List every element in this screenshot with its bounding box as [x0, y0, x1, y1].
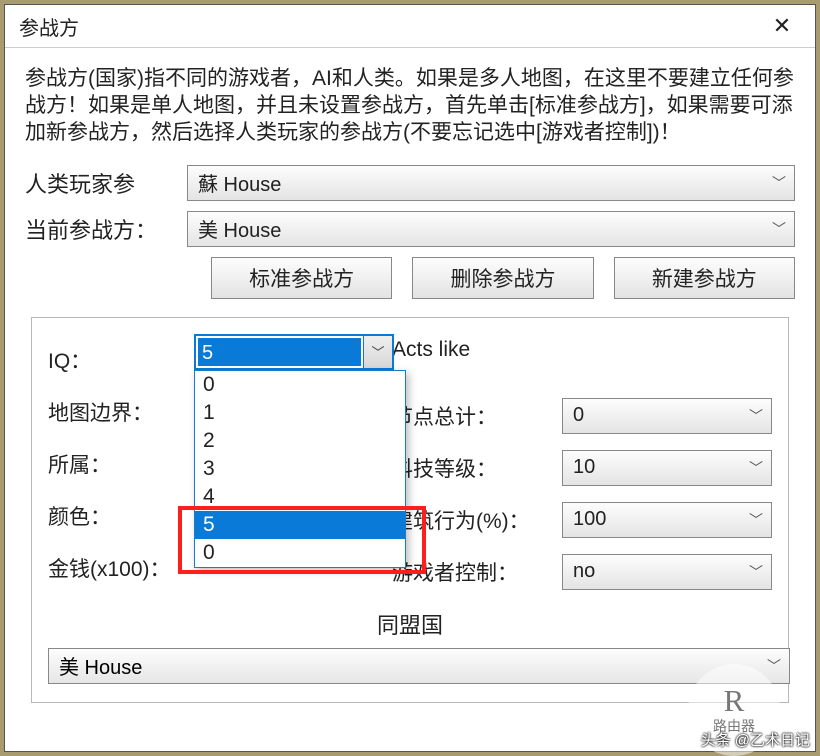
- label-current-side: 当前参战方：: [25, 213, 187, 245]
- iq-input[interactable]: 5 ﹀: [194, 334, 394, 370]
- chevron-down-icon: ﹀: [767, 656, 781, 676]
- properties-panel: IQ： 地图边界： 所属： 颜色： 金钱(x100)： 5 ﹀ 0 1: [31, 317, 789, 703]
- select-player-control-value: no: [573, 560, 595, 583]
- row-player-control: 游戏者控制： no ﹀: [392, 546, 772, 598]
- badge-letter: R: [724, 685, 745, 716]
- iq-option[interactable]: 4: [195, 483, 405, 511]
- chevron-down-icon: ﹀: [749, 406, 763, 426]
- label-build-pct: 建筑行为(%)：: [392, 505, 562, 535]
- label-player-control: 游戏者控制：: [392, 557, 562, 587]
- select-ally[interactable]: 美 House ﹀: [48, 648, 790, 684]
- iq-option[interactable]: 2: [195, 427, 405, 455]
- close-icon: ✕: [773, 13, 791, 39]
- row-tech-level: 科技等级： 10 ﹀: [392, 442, 772, 494]
- iq-value: 5: [198, 338, 361, 366]
- select-tech-level[interactable]: 10 ﹀: [562, 450, 772, 486]
- watermark-text: 头条 @乙术日记: [701, 729, 810, 750]
- chevron-down-icon[interactable]: ﹀: [363, 336, 392, 368]
- iq-dropdown: 0 1 2 3 4 5 0: [194, 370, 406, 568]
- label-tech-level: 科技等级：: [392, 453, 562, 483]
- select-node-total[interactable]: 0 ﹀: [562, 398, 772, 434]
- select-player-control[interactable]: no ﹀: [562, 554, 772, 590]
- left-column: IQ： 地图边界： 所属： 颜色： 金钱(x100)： 5 ﹀ 0 1: [48, 334, 392, 598]
- chevron-down-icon: ﹀: [772, 219, 786, 239]
- new-side-button[interactable]: 新建参战方: [614, 257, 795, 299]
- chevron-down-icon: ﹀: [772, 173, 786, 193]
- iq-option-selected[interactable]: 5: [195, 511, 405, 539]
- label-human-player: 人类玩家参: [25, 167, 187, 199]
- chevron-down-icon: ﹀: [749, 510, 763, 530]
- dialog-window: 参战方 ✕ 参战方(国家)指不同的游戏者，AI和人类。如果是多人地图，在这里不要…: [4, 4, 816, 752]
- select-tech-level-value: 10: [573, 456, 595, 479]
- titlebar: 参战方 ✕: [5, 5, 815, 48]
- select-ally-value: 美 House: [59, 651, 142, 680]
- chevron-down-icon: ﹀: [749, 458, 763, 478]
- properties-grid: IQ： 地图边界： 所属： 颜色： 金钱(x100)： 5 ﹀ 0 1: [48, 334, 772, 598]
- iq-option[interactable]: 0: [195, 539, 405, 567]
- select-human-player[interactable]: 蘇 House ﹀: [187, 165, 795, 201]
- delete-side-button[interactable]: 删除参战方: [412, 257, 593, 299]
- window-title: 参战方: [19, 12, 79, 41]
- iq-option[interactable]: 0: [195, 371, 405, 399]
- description-text: 参战方(国家)指不同的游戏者，AI和人类。如果是多人地图，在这里不要建立任何参战…: [25, 66, 795, 147]
- right-column: Acts like 节点总计： 0 ﹀ 科技等级： 10 ﹀: [392, 334, 772, 598]
- label-acts-like: Acts like: [392, 334, 772, 390]
- iq-combobox[interactable]: 5 ﹀ 0 1 2 3 4 5 0: [194, 334, 394, 370]
- select-build-pct[interactable]: 100 ﹀: [562, 502, 772, 538]
- select-human-player-value: 蘇 House: [198, 168, 281, 197]
- button-row: 标准参战方 删除参战方 新建参战方: [211, 257, 795, 299]
- row-human-player: 人类玩家参 蘇 House ﹀: [25, 165, 795, 201]
- row-current-side: 当前参战方： 美 House ﹀: [25, 211, 795, 247]
- dialog-body: 参战方(国家)指不同的游戏者，AI和人类。如果是多人地图，在这里不要建立任何参战…: [5, 48, 815, 703]
- label-ally: 同盟国: [48, 608, 772, 640]
- row-node-total: 节点总计： 0 ﹀: [392, 390, 772, 442]
- chevron-down-icon: ﹀: [749, 562, 763, 582]
- label-node-total: 节点总计：: [392, 401, 562, 431]
- select-current-side[interactable]: 美 House ﹀: [187, 211, 795, 247]
- close-button[interactable]: ✕: [759, 6, 805, 46]
- row-build-pct: 建筑行为(%)： 100 ﹀: [392, 494, 772, 546]
- select-current-side-value: 美 House: [198, 214, 281, 243]
- select-node-total-value: 0: [573, 404, 584, 427]
- standard-side-button[interactable]: 标准参战方: [211, 257, 392, 299]
- iq-option[interactable]: 3: [195, 455, 405, 483]
- iq-option[interactable]: 1: [195, 399, 405, 427]
- select-build-pct-value: 100: [573, 508, 606, 531]
